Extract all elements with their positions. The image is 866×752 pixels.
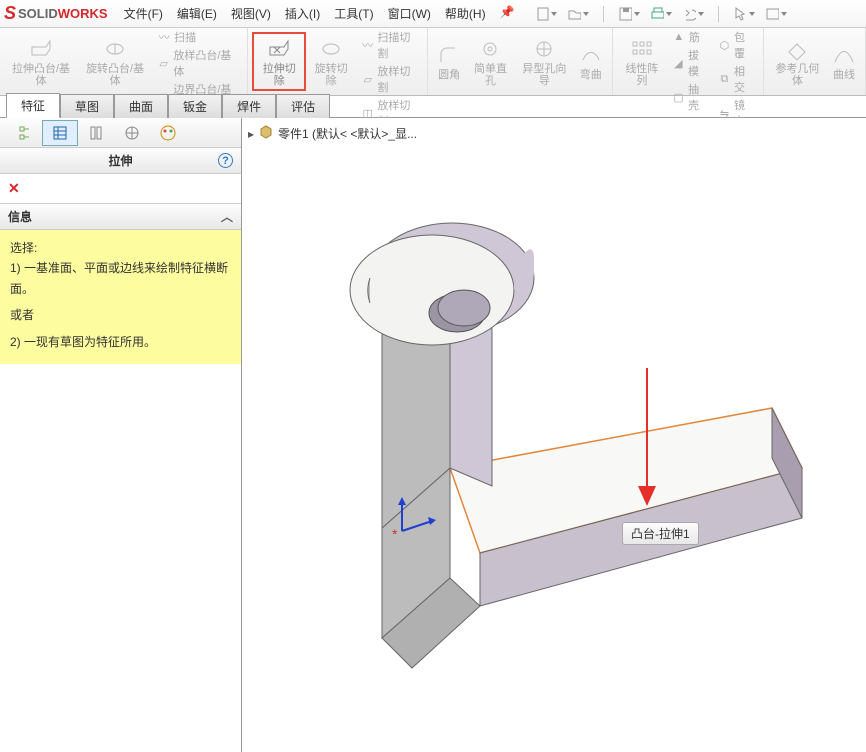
rib-button[interactable]: ▲筋 xyxy=(669,28,711,46)
extrude-boss-button[interactable]: 拉伸凸台/基体 xyxy=(4,34,78,89)
intersect-icon: ⧉ xyxy=(717,71,732,87)
extrude-boss-icon xyxy=(28,36,54,62)
menu-view[interactable]: 视图(V) xyxy=(231,5,271,22)
curves-icon xyxy=(831,42,857,68)
breadcrumb: ▸ 零件1 (默认< <默认>_显... xyxy=(248,124,417,143)
app-logo: S SOLIDWORKS xyxy=(4,3,108,24)
pm-tab-property[interactable] xyxy=(42,120,78,146)
pin-icon[interactable]: 📌 xyxy=(500,5,515,22)
revolve-boss-icon xyxy=(102,36,128,62)
revolved-cut-icon xyxy=(318,36,344,62)
menu-insert[interactable]: 插入(I) xyxy=(285,5,320,22)
open-button[interactable] xyxy=(567,4,589,24)
main-area: 拉伸 ? ✕ 信息 ︿ 选择: 1) 一基准面、平面或边线来绘制特征横断面。 或… xyxy=(0,118,866,752)
extrude-cut-icon xyxy=(266,36,292,62)
pm-tabs xyxy=(0,118,241,148)
swept-cut-icon: 〰 xyxy=(360,37,375,53)
pm-tab-appearance[interactable] xyxy=(150,120,186,146)
cancel-icon[interactable]: ✕ xyxy=(8,180,20,196)
rib-icon: ▲ xyxy=(671,29,687,45)
curves-button[interactable]: 曲线 xyxy=(827,40,861,83)
ref-geometry-icon xyxy=(784,36,810,62)
property-manager: 拉伸 ? ✕ 信息 ︿ 选择: 1) 一基准面、平面或边线来绘制特征横断面。 或… xyxy=(0,118,242,752)
loft-button[interactable]: ▱放样凸台/基体 xyxy=(154,46,241,80)
print-button[interactable] xyxy=(650,4,672,24)
hole-wizard-icon xyxy=(531,36,557,62)
hole-button[interactable]: 简单直孔 xyxy=(466,34,515,89)
annotation-arrow-icon xyxy=(632,368,662,518)
loft-icon: ▱ xyxy=(156,55,171,71)
linear-pattern-icon xyxy=(629,36,655,62)
draft-icon: ◢ xyxy=(671,55,686,71)
lofted-cut-icon: ▱ xyxy=(360,71,375,87)
tab-sheetmetal[interactable]: 钣金 xyxy=(168,94,222,118)
logo-mark-icon: S xyxy=(4,3,16,24)
panel-actions: ✕ xyxy=(0,174,241,203)
fillet-icon xyxy=(436,42,462,68)
new-button[interactable] xyxy=(535,4,557,24)
panel-title-bar: 拉伸 ? xyxy=(0,148,241,174)
tab-evaluate[interactable]: 评估 xyxy=(276,94,330,118)
chevron-up-icon: ︿ xyxy=(221,208,233,225)
section-info-header[interactable]: 信息 ︿ xyxy=(0,203,241,230)
hole-wizard-button[interactable]: 异型孔向导 xyxy=(515,34,574,89)
wrap-button[interactable]: ⬡包覆 xyxy=(715,28,757,62)
select-button[interactable] xyxy=(733,4,755,24)
extrude-cut-button[interactable]: 拉伸切除 xyxy=(252,32,306,91)
ribbon: 拉伸凸台/基体 旋转凸台/基体 〰扫描 ▱放样凸台/基体 ◫边界凸台/基体 拉伸… xyxy=(0,28,866,96)
info-message: 选择: 1) 一基准面、平面或边线来绘制特征横断面。 或者 2) 一现有草图为特… xyxy=(0,230,241,364)
menu-file[interactable]: 文件(F) xyxy=(124,5,163,22)
quick-access-toolbar xyxy=(535,4,787,24)
model-3d xyxy=(282,158,842,678)
revolved-cut-button[interactable]: 旋转切除 xyxy=(306,34,356,89)
shell-button[interactable]: ▢抽壳 xyxy=(669,80,711,114)
part-name[interactable]: 零件1 (默认< <默认>_显... xyxy=(278,125,417,142)
help-icon[interactable]: ? xyxy=(218,153,233,168)
tab-surface[interactable]: 曲面 xyxy=(114,94,168,118)
shell-icon: ▢ xyxy=(671,89,686,105)
svg-text:*: * xyxy=(392,526,398,542)
linear-pattern-button[interactable]: 线性阵列 xyxy=(617,34,667,89)
menu-edit[interactable]: 编辑(E) xyxy=(177,5,217,22)
lofted-cut-button[interactable]: ▱放样切割 xyxy=(358,62,421,96)
expand-tree-icon[interactable]: ▸ xyxy=(248,127,254,141)
feature-tooltip: 凸台-拉伸1 xyxy=(622,522,699,545)
wrap-icon: ⬡ xyxy=(717,37,732,53)
graphics-viewport[interactable]: ▸ 零件1 (默认< <默认>_显... xyxy=(242,118,866,752)
tab-feature[interactable]: 特征 xyxy=(6,93,60,118)
pm-tab-feature-tree[interactable] xyxy=(6,120,42,146)
sweep-button[interactable]: 〰扫描 xyxy=(154,28,241,46)
main-menu: 文件(F) 编辑(E) 视图(V) 插入(I) 工具(T) 窗口(W) 帮助(H… xyxy=(124,5,515,22)
sweep-icon: 〰 xyxy=(156,29,172,45)
tab-weldment[interactable]: 焊件 xyxy=(222,94,276,118)
rebuild-button[interactable] xyxy=(765,4,787,24)
undo-button[interactable] xyxy=(682,4,704,24)
save-button[interactable] xyxy=(618,4,640,24)
flex-icon xyxy=(578,42,604,68)
tab-sketch[interactable]: 草图 xyxy=(60,94,114,118)
intersect-button[interactable]: ⧉相交 xyxy=(715,62,757,96)
origin-triad-icon: * xyxy=(390,493,440,543)
pm-tab-config[interactable] xyxy=(78,120,114,146)
part-icon xyxy=(258,124,274,143)
pm-tab-dimxpert[interactable] xyxy=(114,120,150,146)
fillet-button[interactable]: 圆角 xyxy=(432,40,466,83)
swept-cut-button[interactable]: 〰扫描切割 xyxy=(358,28,421,62)
draft-button[interactable]: ◢拔模 xyxy=(669,46,711,80)
panel-title: 拉伸 xyxy=(108,152,132,169)
menu-bar: S SOLIDWORKS 文件(F) 编辑(E) 视图(V) 插入(I) 工具(… xyxy=(0,0,866,28)
menu-window[interactable]: 窗口(W) xyxy=(388,5,431,22)
menu-tools[interactable]: 工具(T) xyxy=(334,5,373,22)
menu-help[interactable]: 帮助(H) xyxy=(445,5,486,22)
ref-geometry-button[interactable]: 参考几何体 xyxy=(768,34,827,89)
revolve-boss-button[interactable]: 旋转凸台/基体 xyxy=(78,34,152,89)
flex-button[interactable]: 弯曲 xyxy=(574,40,608,83)
hole-icon xyxy=(477,36,503,62)
